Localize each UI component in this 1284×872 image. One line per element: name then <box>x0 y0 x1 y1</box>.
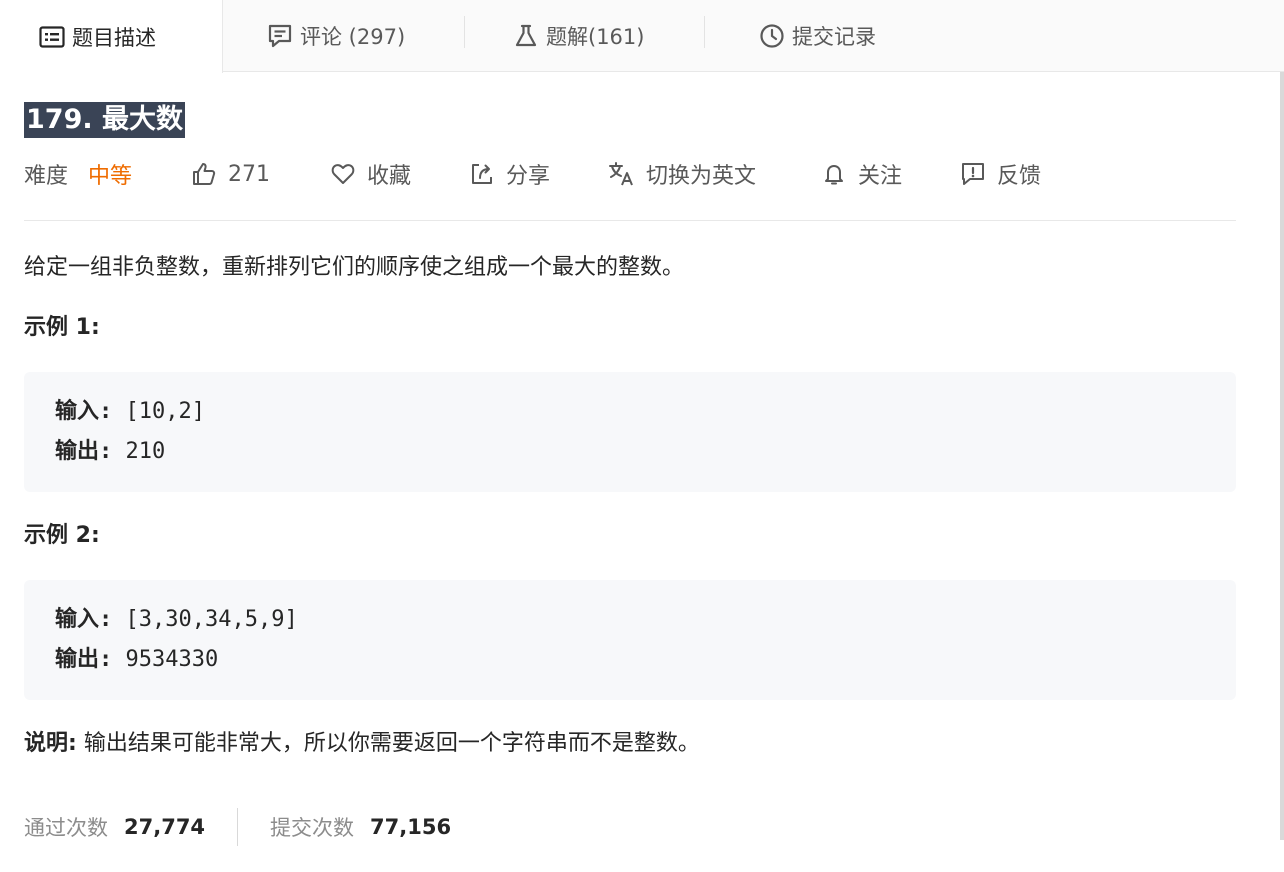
example-1-output: 210 <box>125 439 166 464</box>
divider <box>24 220 1236 221</box>
feedback-button[interactable]: 反馈 <box>959 152 1041 196</box>
submission-stats: 通过次数 27,774 提交次数 77,156 <box>24 808 451 846</box>
tab-divider <box>464 16 465 48</box>
follow-label: 关注 <box>858 164 903 189</box>
example-2-output: 9534330 <box>125 647 219 672</box>
problem-note: 说明: 输出结果可能非常大，所以你需要返回一个字符串而不是整数。 <box>24 726 700 762</box>
follow-button[interactable]: 关注 <box>820 152 902 196</box>
problem-title: 179. 最大数 <box>24 102 186 138</box>
tab-comments[interactable]: 评论 (297) <box>266 0 405 72</box>
tab-solutions[interactable]: 题解(161) <box>512 0 644 72</box>
difficulty-value: 中等 <box>88 164 133 189</box>
share-label: 分享 <box>506 164 551 189</box>
example-2-title: 示例 2: <box>24 523 100 548</box>
example-2-input: [3,30,34,5,9] <box>125 607 298 632</box>
example-1-title: 示例 1: <box>24 315 100 340</box>
problem-description: 给定一组非负整数，重新排列它们的顺序使之组成一个最大的整数。 <box>24 255 685 280</box>
output-label: 输出: <box>55 647 113 672</box>
example-1-input-line: 输入: [10,2] <box>55 392 1205 432</box>
difficulty: 难度 中等 <box>24 152 132 196</box>
favorite-button[interactable]: 收藏 <box>329 152 411 196</box>
translate-icon <box>608 160 636 188</box>
note-text: 输出结果可能非常大，所以你需要返回一个字符串而不是整数。 <box>83 731 700 756</box>
thumbs-up-icon <box>190 160 218 188</box>
comment-icon <box>266 22 294 50</box>
scrollbar[interactable] <box>1280 72 1284 840</box>
example-2-code-block: 输入: [3,30,34,5,9] 输出: 9534330 <box>24 580 1236 700</box>
tab-description[interactable]: 题目描述 <box>0 0 223 73</box>
tab-divider <box>704 16 705 48</box>
submissions-label: 提交次数 <box>270 816 355 840</box>
bell-icon <box>820 160 848 188</box>
flask-icon <box>512 22 540 50</box>
example-2-input-line: 输入: [3,30,34,5,9] <box>55 600 1205 640</box>
example-1-input: [10,2] <box>125 399 205 424</box>
feedback-label: 反馈 <box>997 164 1042 189</box>
difficulty-label: 难度 <box>24 164 69 189</box>
tab-submissions[interactable]: 提交记录 <box>758 0 876 72</box>
accepted-count: 27,774 <box>124 815 206 839</box>
stats-divider <box>237 808 239 846</box>
note-label: 说明: <box>24 731 77 756</box>
share-icon <box>468 160 496 188</box>
tab-comments-label: 评论 (297) <box>300 25 406 49</box>
tab-submissions-label: 提交记录 <box>792 25 876 49</box>
favorite-label: 收藏 <box>367 164 412 189</box>
like-button[interactable]: 271 <box>190 152 270 196</box>
input-label: 输入: <box>55 607 113 632</box>
tab-solutions-label: 题解(161) <box>546 25 645 49</box>
share-button[interactable]: 分享 <box>468 152 550 196</box>
tab-bar: 题目描述 评论 (297) 题解(161) 提交记录 <box>0 0 1284 73</box>
input-label: 输入: <box>55 399 113 424</box>
clock-icon <box>758 22 786 50</box>
example-1-output-line: 输出: 210 <box>55 432 1205 472</box>
document-icon <box>38 23 66 51</box>
accepted-label: 通过次数 <box>24 816 108 840</box>
switch-language-label: 切换为英文 <box>646 164 757 189</box>
example-2-output-line: 输出: 9534330 <box>55 640 1205 680</box>
heart-icon <box>329 160 357 188</box>
switch-language-button[interactable]: 切换为英文 <box>608 152 756 196</box>
feedback-icon <box>959 160 987 188</box>
tab-description-label: 题目描述 <box>72 25 156 50</box>
submissions-count: 77,156 <box>370 815 452 839</box>
like-count: 271 <box>228 161 270 187</box>
example-1-code-block: 输入: [10,2] 输出: 210 <box>24 372 1236 492</box>
output-label: 输出: <box>55 439 113 464</box>
